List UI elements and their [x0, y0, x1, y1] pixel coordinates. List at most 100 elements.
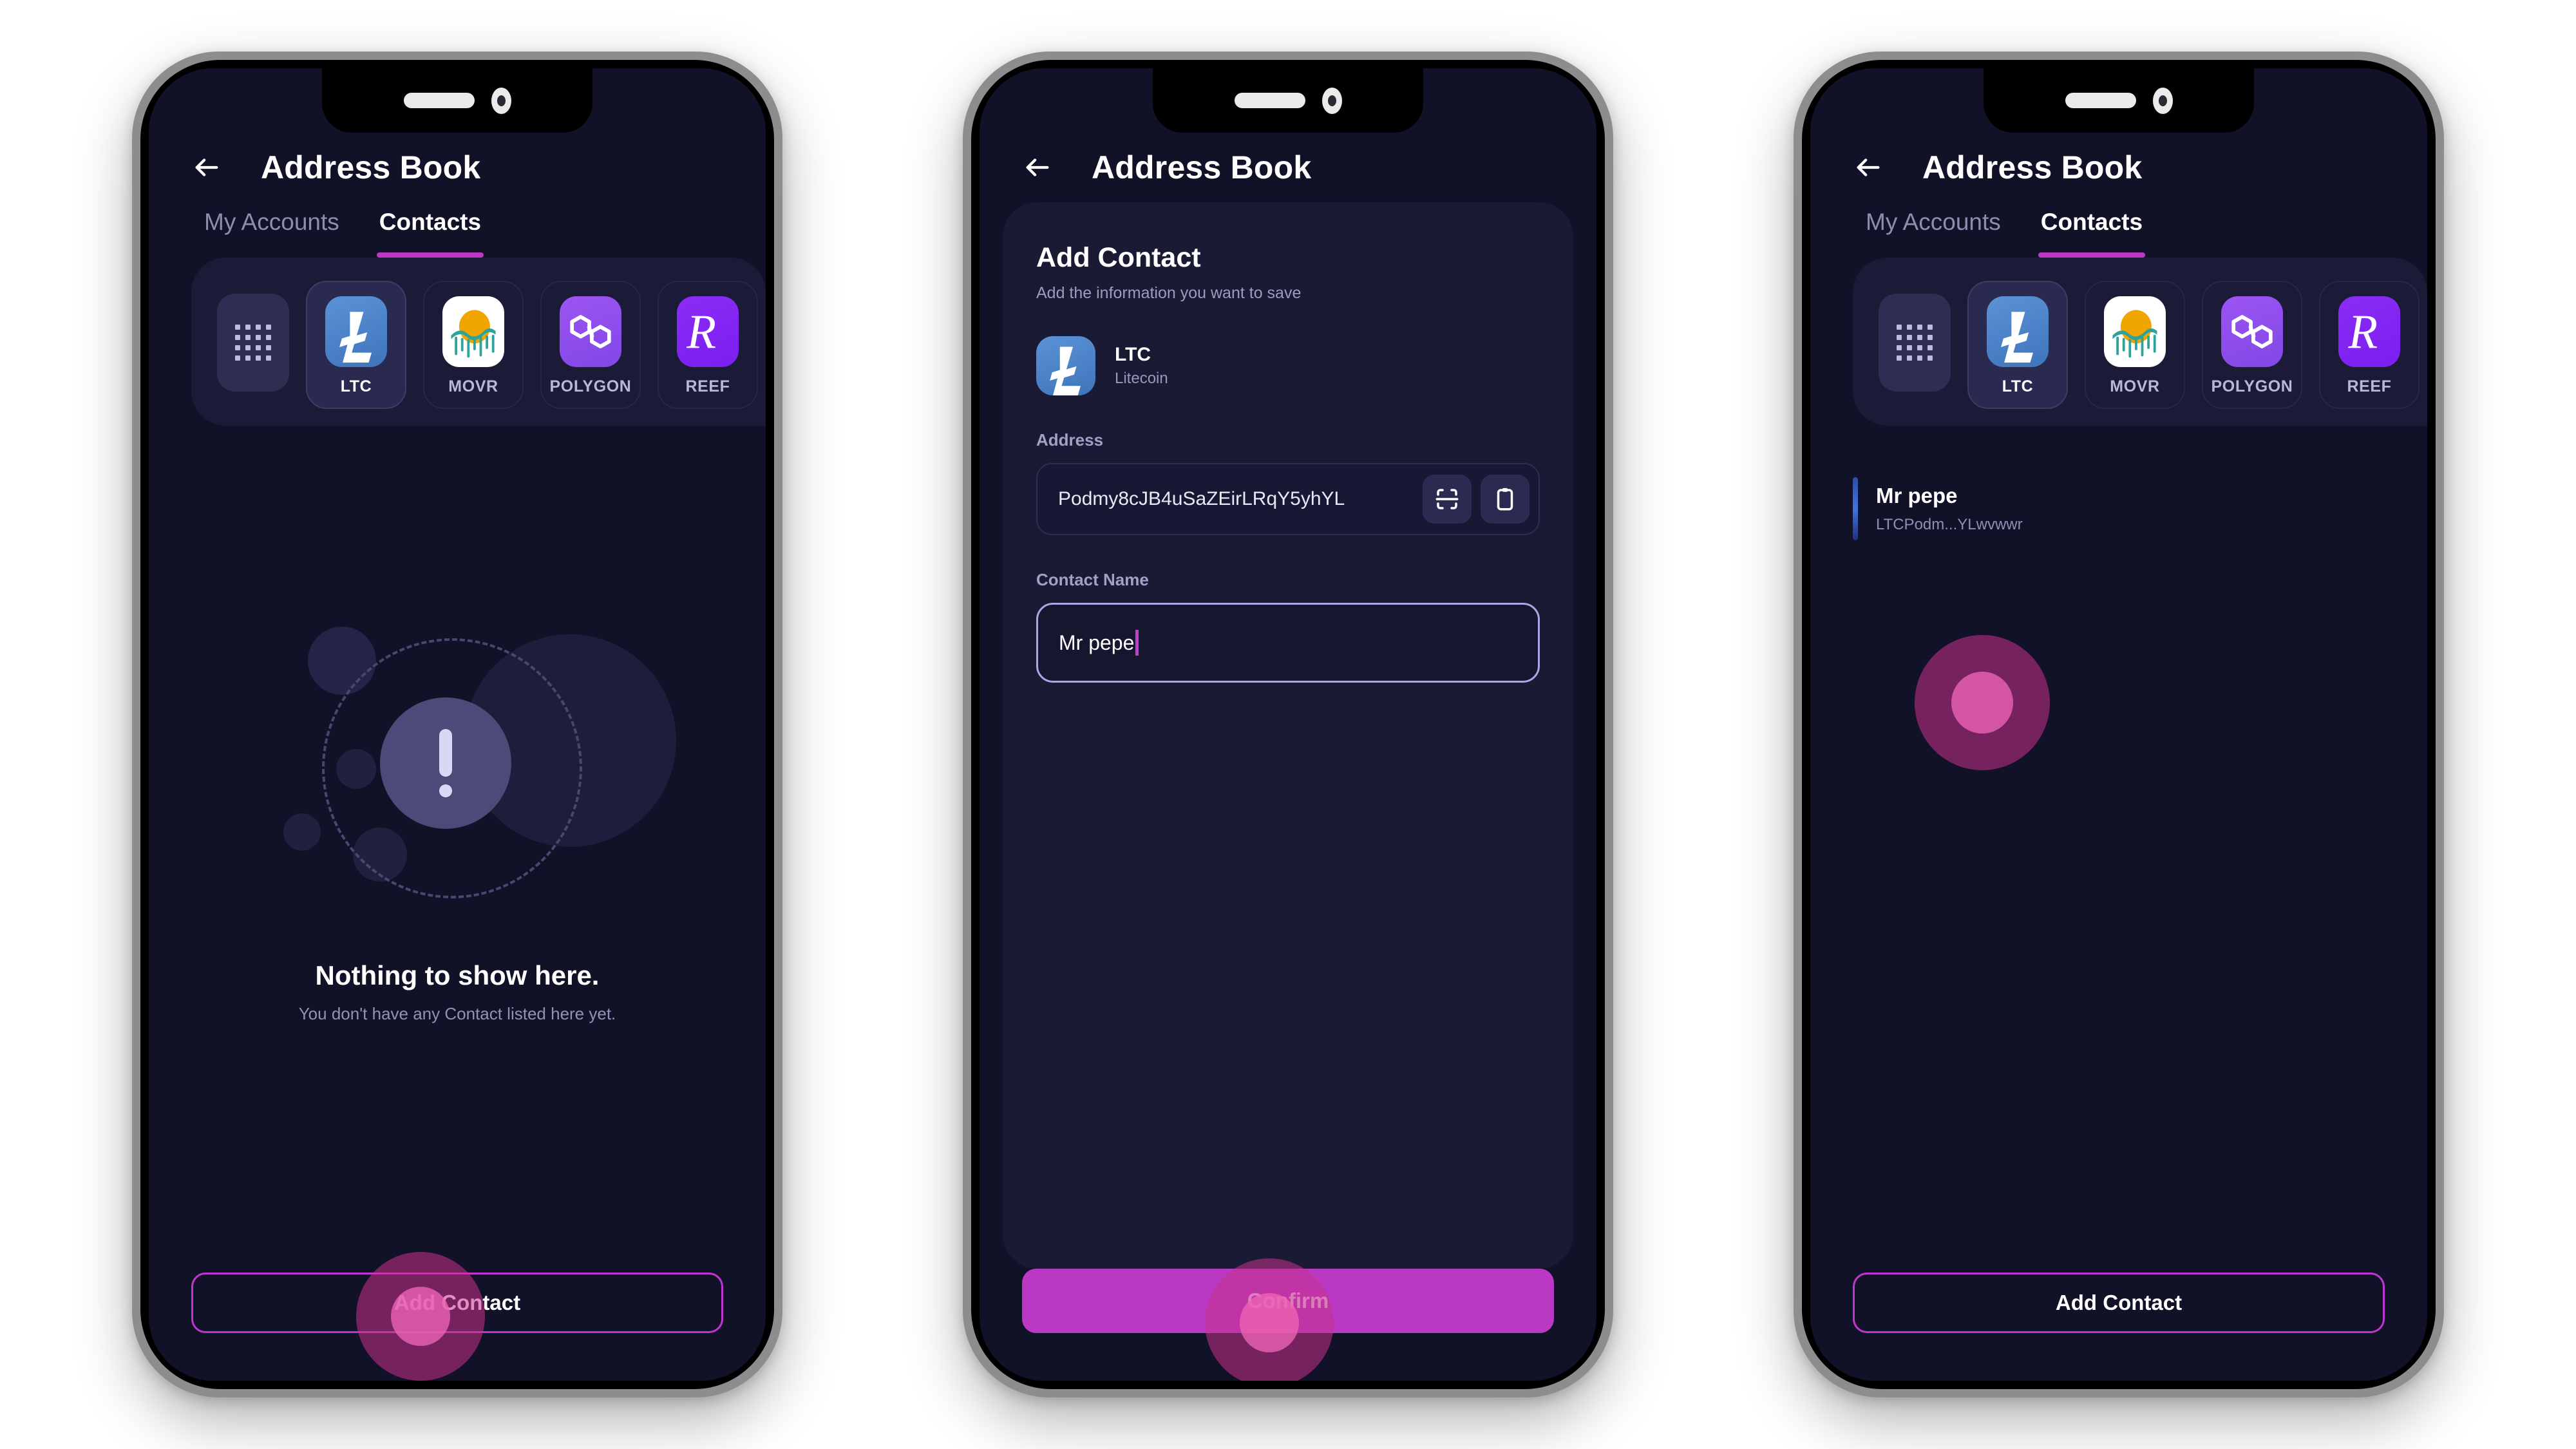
phone-mockup-3: Address Book My Accounts Contacts LTC MO…: [1794, 52, 2444, 1397]
add-contact-subtitle: Add the information you want to save: [1036, 284, 1302, 302]
tab-my-accounts[interactable]: My Accounts: [204, 209, 339, 258]
empty-state-title: Nothing to show here.: [315, 960, 600, 990]
phone-screen-3: Address Book My Accounts Contacts LTC MO…: [1810, 68, 2427, 1381]
add-contact-button-label: Add Contact: [2055, 1291, 2183, 1314]
chain-selector-panel: LTC MOVR POLYGON R REEF: [191, 258, 766, 426]
qr-scan-button[interactable]: [1423, 475, 1472, 524]
front-camera-icon: [1321, 87, 1342, 114]
coin-symbol: LTC: [1115, 344, 1151, 365]
chain-chip-reef[interactable]: R REEF: [2319, 281, 2420, 409]
empty-state-subtitle: You don't have any Contact listed here y…: [298, 1004, 616, 1023]
add-contact-title: Add Contact: [1036, 242, 1201, 273]
tab-my-accounts-label: My Accounts: [1866, 209, 2001, 235]
chain-chip-polygon[interactable]: POLYGON: [540, 281, 641, 409]
moonriver-logo: [2104, 296, 2166, 367]
contact-name-field-label: Contact Name: [1036, 570, 1149, 589]
tab-contacts[interactable]: Contacts: [376, 209, 484, 258]
earpiece-speaker: [403, 93, 475, 108]
contact-list: Mr pepe LTCPodm...YLwvwwr: [1810, 426, 2427, 1273]
paste-button[interactable]: [1481, 475, 1530, 524]
chain-chip-movr[interactable]: MOVR: [423, 281, 524, 409]
polygon-glyph: [570, 315, 611, 348]
litecoin-glyph: [2001, 312, 2033, 363]
bottom-action-bar: Add Contact: [149, 1273, 766, 1381]
qr-scan-icon: [1435, 489, 1459, 509]
tab-contacts[interactable]: Contacts: [2038, 209, 2146, 258]
grid-dots-icon: [1897, 325, 1933, 361]
earpiece-speaker: [2065, 93, 2136, 108]
polygon-logo: [560, 296, 621, 367]
contact-list-item[interactable]: Mr pepe LTCPodm...YLwvwwr: [1853, 473, 2427, 544]
svg-text:R: R: [2347, 305, 2378, 359]
earpiece-speaker: [1234, 93, 1305, 108]
phone-mockup-1: Address Book My Accounts Contacts LTC MO…: [132, 52, 782, 1397]
contact-accent-bar: [1853, 477, 1858, 540]
page-title: Address Book: [261, 149, 481, 185]
chain-chip-reef[interactable]: R REEF: [658, 281, 758, 409]
bottom-action-bar: Confirm: [980, 1269, 1596, 1381]
front-camera-icon: [491, 87, 511, 114]
chain-chip-ltc-label: LTC: [340, 377, 372, 395]
exclamation-bar: [439, 729, 452, 777]
tab-bar: My Accounts Contacts: [149, 191, 766, 258]
tab-contacts-label: Contacts: [379, 209, 482, 235]
arrow-left-icon: [195, 158, 218, 176]
decor-blob: [283, 813, 321, 851]
back-button[interactable]: [1845, 144, 1891, 191]
app-screen-add-contact: Address Book Add Contact Add the informa…: [980, 68, 1596, 1381]
confirm-button[interactable]: Confirm: [1022, 1269, 1554, 1333]
contact-name-input[interactable]: Mr pepe: [1036, 603, 1540, 683]
front-camera-icon: [2152, 87, 2173, 114]
confirm-button-label: Confirm: [1247, 1289, 1329, 1312]
back-button[interactable]: [184, 144, 230, 191]
phone-notch: [1984, 68, 2254, 133]
tab-contacts-label: Contacts: [2040, 209, 2143, 235]
tab-my-accounts[interactable]: My Accounts: [1866, 209, 2001, 258]
exclamation-dot: [439, 784, 452, 797]
arrow-left-icon: [1026, 158, 1049, 176]
address-field-label: Address: [1036, 430, 1104, 450]
chain-chip-polygon-label: POLYGON: [2211, 377, 2293, 395]
empty-state-illustration: [277, 597, 676, 932]
chain-chip-polygon[interactable]: POLYGON: [2202, 281, 2302, 409]
clipboard-paste-icon: [1497, 488, 1513, 511]
chain-chip-reef-label: REEF: [685, 377, 730, 395]
text-cursor: [1135, 630, 1139, 656]
grid-dots-icon-button[interactable]: [1879, 294, 1951, 392]
phone-screen-2: Address Book Add Contact Add the informa…: [980, 68, 1596, 1381]
page-title: Address Book: [1092, 149, 1312, 185]
tab-bar: My Accounts Contacts: [1810, 191, 2427, 258]
phone-notch: [1153, 68, 1423, 133]
litecoin-logo: [1987, 296, 2049, 367]
arrow-left-icon: [1857, 158, 1880, 176]
reef-glyph: R: [686, 305, 716, 359]
add-contact-card: Add Contact Add the information you want…: [1003, 202, 1573, 1269]
svg-text:R: R: [686, 305, 716, 359]
grid-dots-icon-button[interactable]: [217, 294, 289, 392]
chain-chip-ltc-label: LTC: [2002, 377, 2034, 395]
app-screen-contacts-list: Address Book My Accounts Contacts LTC MO…: [1810, 68, 2427, 1381]
chain-chip-movr-label: MOVR: [448, 377, 498, 395]
chain-chip-polygon-label: POLYGON: [549, 377, 632, 395]
empty-state: Nothing to show here. You don't have any…: [149, 426, 766, 1273]
moonriver-logo: [442, 296, 504, 367]
chain-chip-ltc[interactable]: LTC: [1967, 281, 2068, 409]
chain-chip-ltc[interactable]: LTC: [306, 281, 406, 409]
chain-selector-panel: LTC MOVR POLYGON R REEF: [1853, 258, 2427, 426]
address-input[interactable]: Podmy8cJB4uSaZEirLRqY5yhYL: [1036, 463, 1540, 535]
back-button[interactable]: [1014, 144, 1061, 191]
selected-coin-row[interactable]: LTC Litecoin: [1036, 336, 1540, 395]
chain-chip-reef-label: REEF: [2347, 377, 2392, 395]
add-contact-button[interactable]: Add Contact: [1853, 1273, 2385, 1333]
add-contact-button[interactable]: Add Contact: [191, 1273, 723, 1333]
moonriver-glyph: [451, 310, 496, 358]
chain-chip-movr-label: MOVR: [2110, 377, 2160, 395]
polygon-glyph: [2231, 315, 2273, 348]
contact-address: LTCPodm...YLwvwwr: [1876, 516, 2023, 533]
app-screen-contacts-empty: Address Book My Accounts Contacts LTC MO…: [149, 68, 766, 1381]
chain-chip-movr[interactable]: MOVR: [2085, 281, 2185, 409]
phone-screen-1: Address Book My Accounts Contacts LTC MO…: [149, 68, 766, 1381]
polygon-logo: [2221, 296, 2283, 367]
add-contact-button-label: Add Contact: [393, 1291, 521, 1314]
litecoin-glyph: [339, 312, 372, 363]
